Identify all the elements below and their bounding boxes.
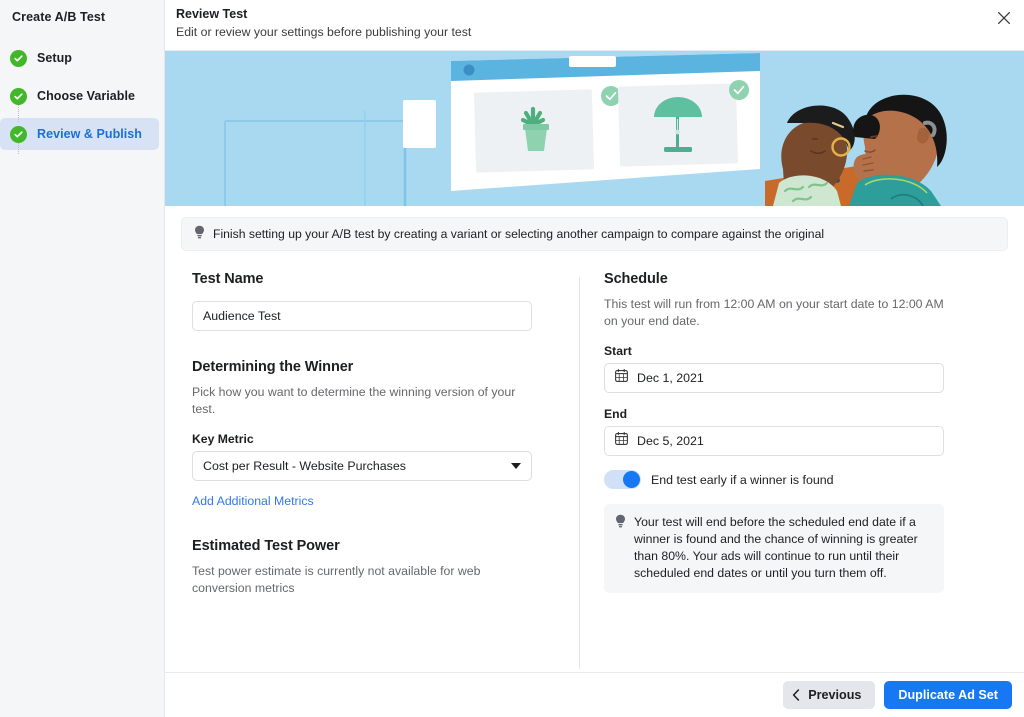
sidebar-step-label: Choose Variable (37, 89, 136, 103)
check-circle-icon (10, 125, 27, 143)
info-banner: Finish setting up your A/B test by creat… (181, 217, 1008, 251)
dialog-header: Review Test Edit or review your settings… (165, 0, 1024, 51)
dialog-body: Finish setting up your A/B test by creat… (165, 206, 1024, 672)
right-column: Schedule This test will run from 12:00 A… (580, 271, 1008, 669)
step-list: Setup Choose Variable Review & Publish (0, 42, 164, 154)
end-test-early-toggle[interactable] (604, 470, 641, 489)
calendar-icon (615, 431, 628, 450)
add-additional-metrics-link[interactable]: Add Additional Metrics (192, 494, 314, 508)
info-banner-text: Finish setting up your A/B test by creat… (213, 227, 825, 241)
page-title: Review Test (176, 7, 248, 21)
schedule-description: This test will run from 12:00 AM on your… (604, 297, 944, 328)
settings-columns: Test Name Audience Test Determining the … (165, 271, 1024, 669)
toggle-knob (623, 471, 640, 488)
key-metric-value: Cost per Result - Website Purchases (203, 459, 406, 473)
start-date-label: Start (604, 344, 632, 358)
early-end-tip-text: Your test will end before the scheduled … (634, 515, 918, 580)
sidebar-step-label: Setup (37, 51, 72, 65)
page-subtitle: Edit or review your settings before publ… (176, 25, 472, 39)
determining-winner-description: Pick how you want to determine the winni… (192, 385, 516, 416)
calendar-icon (615, 368, 628, 387)
end-test-early-label: End test early if a winner is found (651, 472, 834, 487)
sidebar: Create A/B Test Setup Choose Variable Re… (0, 0, 165, 717)
main-panel: Review Test Edit or review your settings… (165, 0, 1024, 717)
dialog-footer: Previous Duplicate Ad Set (165, 672, 1024, 717)
start-date-input[interactable]: Dec 1, 2021 (604, 363, 944, 393)
chevron-down-icon (511, 463, 521, 469)
sidebar-step-review-publish[interactable]: Review & Publish (0, 118, 159, 150)
chevron-left-icon (792, 689, 800, 701)
test-name-heading: Test Name (192, 271, 264, 287)
end-date-value: Dec 5, 2021 (637, 434, 704, 448)
check-circle-icon (10, 49, 27, 67)
estimated-test-power-heading: Estimated Test Power (192, 538, 340, 554)
close-icon[interactable] (991, 5, 1017, 31)
lightbulb-icon (615, 514, 626, 533)
hero-illustration (165, 51, 1024, 206)
previous-button[interactable]: Previous (783, 681, 876, 709)
end-test-early-row: End test early if a winner is found (604, 470, 1008, 489)
early-end-tip: Your test will end before the scheduled … (604, 504, 944, 593)
key-metric-select[interactable]: Cost per Result - Website Purchases (192, 451, 532, 481)
ab-test-dialog: Create A/B Test Setup Choose Variable Re… (0, 0, 1024, 717)
end-date-input[interactable]: Dec 5, 2021 (604, 426, 944, 456)
schedule-heading: Schedule (604, 271, 668, 287)
hero-illustration-art (165, 51, 1024, 206)
sidebar-step-label: Review & Publish (37, 127, 142, 141)
estimated-test-power-description: Test power estimate is currently not ava… (192, 564, 481, 595)
step-connector (18, 102, 19, 122)
previous-button-label: Previous (808, 688, 862, 702)
start-date-value: Dec 1, 2021 (637, 371, 704, 385)
end-date-label: End (604, 407, 628, 421)
key-metric-label: Key Metric (192, 432, 254, 446)
lightbulb-icon (194, 225, 205, 244)
check-circle-icon (10, 87, 27, 105)
sidebar-title: Create A/B Test (12, 10, 106, 24)
left-column: Test Name Audience Test Determining the … (181, 271, 579, 669)
sidebar-step-setup[interactable]: Setup (0, 42, 159, 74)
test-name-value: Audience Test (203, 309, 281, 323)
duplicate-ad-set-button[interactable]: Duplicate Ad Set (884, 681, 1012, 709)
sidebar-step-choose-variable[interactable]: Choose Variable (0, 80, 159, 112)
test-name-input[interactable]: Audience Test (192, 301, 532, 331)
determining-winner-heading: Determining the Winner (192, 359, 354, 375)
duplicate-ad-set-label: Duplicate Ad Set (898, 688, 998, 702)
